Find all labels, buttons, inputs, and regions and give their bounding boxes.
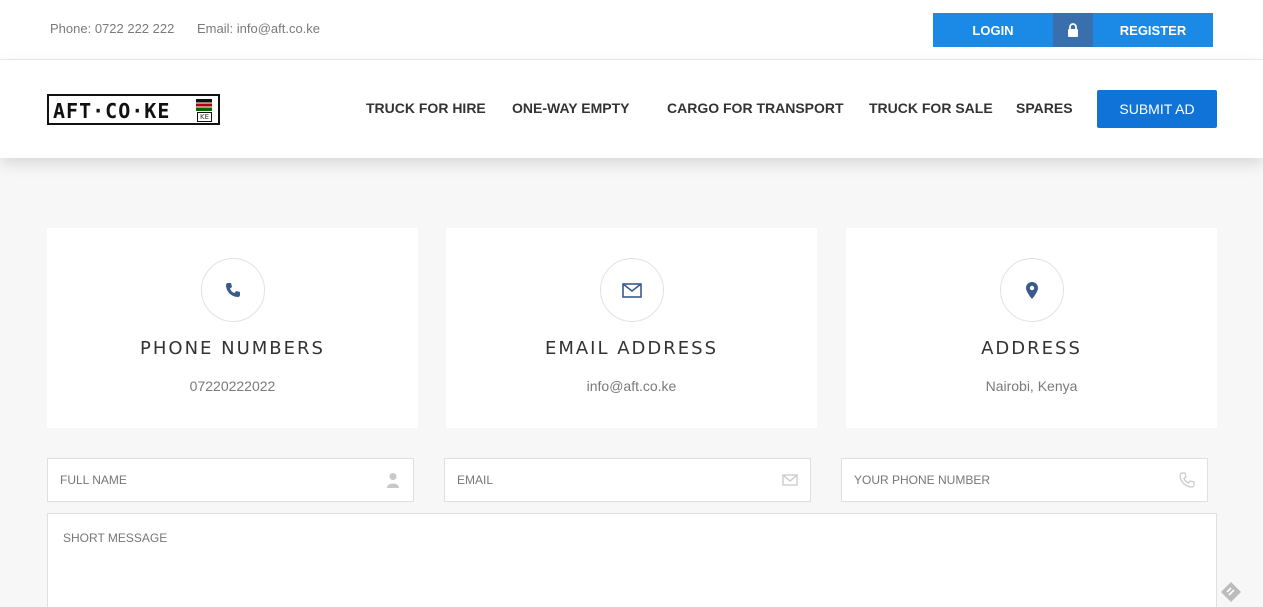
logo-badge: KE (196, 112, 212, 122)
phone-icon (1179, 472, 1195, 488)
nav-truck-for-hire[interactable]: TRUCK FOR HIRE (366, 100, 486, 116)
envelope-icon (782, 474, 798, 486)
register-button[interactable]: REGISTER (1093, 13, 1213, 47)
lock-icon (1053, 13, 1093, 47)
message-field (47, 513, 1217, 607)
site-logo[interactable]: AFT·CO·KE KE (47, 94, 220, 125)
map-marker-icon (1000, 258, 1064, 322)
full-name-input[interactable] (48, 459, 413, 501)
address-card-value: Nairobi, Kenya (985, 378, 1078, 394)
full-name-field (47, 458, 414, 502)
login-button[interactable]: LOGIN (933, 13, 1053, 47)
address-card-title: ADDRESS (981, 338, 1082, 359)
phone-card-value: 07220222022 (189, 378, 276, 394)
phone-field (841, 458, 1208, 502)
nav-spares[interactable]: SPARES (1016, 100, 1073, 116)
phone-card: PHONE NUMBERS 07220222022 (47, 228, 418, 428)
message-textarea[interactable] (48, 514, 1216, 607)
nav-one-way-empty[interactable]: ONE-WAY EMPTY (512, 100, 629, 116)
submit-ad-button[interactable]: SUBMIT AD (1097, 90, 1217, 128)
envelope-icon (600, 258, 664, 322)
main-header: AFT·CO·KE KE TRUCK FOR HIRE ONE-WAY EMPT… (0, 60, 1263, 158)
topbar-email[interactable]: Email: info@aft.co.ke (197, 21, 320, 36)
nav-truck-for-sale[interactable]: TRUCK FOR SALE (869, 100, 993, 116)
phone-input[interactable] (842, 459, 1207, 501)
address-card: ADDRESS Nairobi, Kenya (846, 228, 1217, 428)
auth-buttons: LOGIN REGISTER (933, 13, 1213, 47)
email-input[interactable] (445, 459, 810, 501)
email-card-value: info@aft.co.ke (586, 378, 677, 394)
phone-icon (201, 258, 265, 322)
user-icon (387, 473, 399, 488)
logo-text: AFT·CO·KE (53, 99, 171, 123)
nav-cargo-for-transport[interactable]: CARGO FOR TRANSPORT (667, 100, 844, 116)
kenya-flag-icon (196, 99, 212, 111)
top-bar: Phone: 0722 222 222 Email: info@aft.co.k… (0, 0, 1263, 60)
email-card: EMAIL ADDRESS info@aft.co.ke (446, 228, 817, 428)
email-card-title: EMAIL ADDRESS (544, 338, 719, 359)
topbar-phone: Phone: 0722 222 222 (50, 21, 175, 36)
phone-card-title: PHONE NUMBERS (140, 338, 325, 359)
email-field (444, 458, 811, 502)
feedback-icon[interactable] (1219, 580, 1243, 604)
